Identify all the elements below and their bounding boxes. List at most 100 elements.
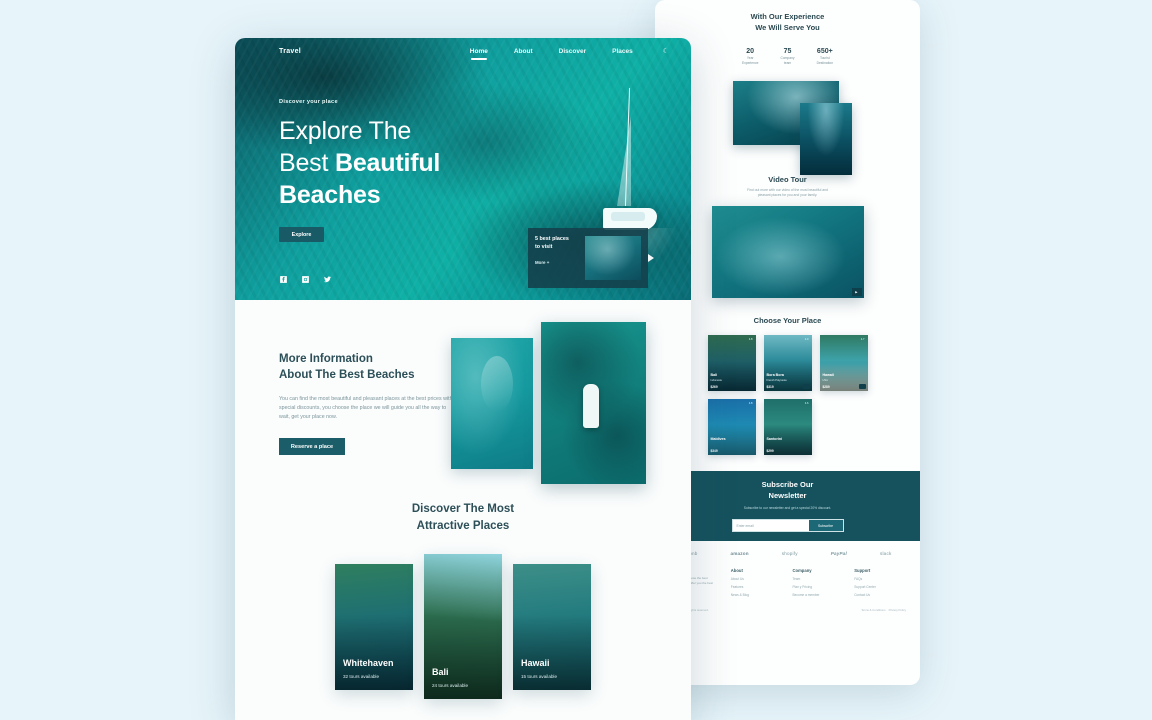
newsletter-subtitle: Subscribe to our newsletter and get a sp… xyxy=(743,506,832,511)
stat-value: 20 xyxy=(746,47,755,55)
stat-item: 75 Company team xyxy=(780,48,794,65)
destination-card-hawaii[interactable]: Hawaii 15 tours available xyxy=(513,564,591,691)
experience-title-line1: With Our Experience xyxy=(750,12,825,21)
newsletter-title-line1: Subscribe Our xyxy=(761,479,814,489)
footer-link[interactable]: Contact Us xyxy=(854,593,906,597)
stat-label: Year Experience xyxy=(742,56,759,65)
footer-link[interactable]: Become a member xyxy=(793,593,845,597)
card-overlay xyxy=(763,399,812,456)
newsletter-title: Subscribe Our Newsletter xyxy=(762,480,814,502)
hero-copy: Discover your place Explore The Best Bea… xyxy=(235,55,691,242)
place-card[interactable]: 4.7 Hawaii USA $289 xyxy=(819,335,868,392)
stat-item: 20 Year Experience xyxy=(742,48,759,65)
place-card-action[interactable] xyxy=(802,384,810,390)
destination-cards: Whitehaven 32 tours available Bali 24 to… xyxy=(235,554,691,700)
rating-badge: 4.8 xyxy=(748,338,753,342)
hero-social-links xyxy=(279,275,332,284)
card-overlay xyxy=(513,564,591,691)
place-price: $289 xyxy=(822,385,830,390)
card-overlay xyxy=(424,554,502,700)
destination-card-bali[interactable]: Bali 24 tours available xyxy=(424,554,502,700)
rating-badge: 4.8 xyxy=(748,402,753,406)
stat-label: Company team xyxy=(780,56,794,65)
brand-logo[interactable]: Travel xyxy=(279,48,301,55)
hero-headline: Explore The Best Beautiful Beaches xyxy=(279,115,691,211)
rating-badge: 4.9 xyxy=(804,338,809,342)
headline-bold-part: Beautiful xyxy=(334,149,441,177)
play-icon[interactable]: ▶ xyxy=(851,288,862,297)
destination-tours: 15 tours available xyxy=(521,674,558,680)
info-title-line1: More Information xyxy=(279,353,373,365)
rating-badge: 4.6 xyxy=(804,402,809,406)
footer-link[interactable]: Support Center xyxy=(854,585,906,589)
moon-icon[interactable]: ☾ xyxy=(663,47,669,55)
card-overlay xyxy=(763,335,812,392)
place-name: Santorini xyxy=(766,437,783,442)
stat-label-line2: team xyxy=(783,60,792,65)
place-price: $349 xyxy=(710,449,718,454)
footer-link[interactable]: About Us xyxy=(731,577,783,581)
video-tour-player[interactable]: ▶ xyxy=(711,206,864,299)
stat-value: 75 xyxy=(783,47,792,55)
footer-column-heading: Support xyxy=(854,568,871,574)
place-region: Indonesia xyxy=(710,379,722,383)
newsletter-subscribe-button[interactable]: Subscribe xyxy=(808,520,843,532)
jetski-photo xyxy=(451,338,533,469)
nav-item-about[interactable]: About xyxy=(514,48,533,55)
place-card[interactable]: 4.8 Bali Indonesia $269 xyxy=(707,335,756,392)
footer-column-company: Company Team Plan y Pricing Become a mem… xyxy=(793,568,845,600)
instagram-icon[interactable] xyxy=(301,275,310,284)
destination-card-whitehaven[interactable]: Whitehaven 32 tours available xyxy=(335,564,413,691)
card-overlay xyxy=(707,335,756,392)
info-section: More Information About The Best Beaches … xyxy=(235,300,691,484)
destination-tours: 24 tours available xyxy=(432,683,469,689)
experience-title-line2: We Will Serve You xyxy=(755,22,820,32)
footer-link[interactable]: Features xyxy=(731,585,783,589)
brand-logos: airbnb amazon shopify PayPal slack xyxy=(655,541,920,562)
explore-button[interactable]: Explore xyxy=(279,227,324,242)
place-card-action[interactable] xyxy=(858,384,866,390)
place-region: French Polynesia xyxy=(766,379,787,383)
footer-link[interactable]: Plan y Pricing xyxy=(793,585,845,589)
place-price: $299 xyxy=(766,449,774,454)
twitter-icon[interactable] xyxy=(323,275,332,284)
terms-link[interactable]: Terms & Conditions xyxy=(861,608,885,612)
discover-title-line1: Discover The Most xyxy=(411,503,515,516)
nav-item-home[interactable]: Home xyxy=(470,48,488,60)
promo-card[interactable]: 5 best places to visit More + xyxy=(528,228,654,288)
screenshot-stage: With Our Experience We Will Serve You 20… xyxy=(0,0,1152,720)
place-card[interactable]: 4.8 Maldives $349 xyxy=(707,399,756,456)
slack-logo: slack xyxy=(879,551,892,557)
video-tour-title: Video Tour xyxy=(768,174,807,184)
promo-more-link[interactable]: More + xyxy=(535,260,585,265)
shopify-logo: shopify xyxy=(781,551,798,557)
hero-eyebrow: Discover your place xyxy=(279,99,338,105)
place-name: Maldives xyxy=(710,437,726,442)
info-title: More Information About The Best Beaches xyxy=(279,351,454,384)
discover-title: Discover The Most Attractive Places xyxy=(235,501,691,534)
video-tour-subtitle-line2: pleasant places for you and your family. xyxy=(757,192,818,197)
stat-label: Tourist Destination xyxy=(817,56,834,65)
privacy-link[interactable]: Privacy Policy xyxy=(889,608,906,612)
discover-title-line2: Attractive Places xyxy=(416,519,510,532)
destination-name: Whitehaven xyxy=(343,658,394,669)
reserve-place-button[interactable]: Reserve a place xyxy=(279,438,345,456)
facebook-icon[interactable] xyxy=(279,275,288,284)
nav-item-discover[interactable]: Discover xyxy=(559,48,586,55)
place-price: $269 xyxy=(710,385,718,390)
info-text-block: More Information About The Best Beaches … xyxy=(279,345,454,456)
footer-link[interactable]: News & Blog xyxy=(731,593,783,597)
nav-item-places[interactable]: Places xyxy=(612,48,633,55)
place-card[interactable]: 4.9 Bora Bora French Polynesia $319 xyxy=(763,335,812,392)
legal-links: Terms & Conditions Privacy Policy xyxy=(861,608,906,612)
place-card[interactable]: 4.6 Santorini $299 xyxy=(763,399,812,456)
footer-link[interactable]: Team xyxy=(793,577,845,581)
stat-label-line1: Company xyxy=(780,56,795,61)
footer-column-support: Support FAQs Support Center Contact Us xyxy=(854,568,906,600)
experience-title: With Our Experience We Will Serve You xyxy=(655,12,920,34)
place-region: USA xyxy=(822,379,828,383)
footer-link[interactable]: FAQs xyxy=(854,577,906,581)
footer: Travel We help you choose the best desti… xyxy=(655,562,920,600)
play-arrow-icon[interactable] xyxy=(648,254,654,262)
newsletter-email-input[interactable]: Enter email xyxy=(732,520,809,532)
